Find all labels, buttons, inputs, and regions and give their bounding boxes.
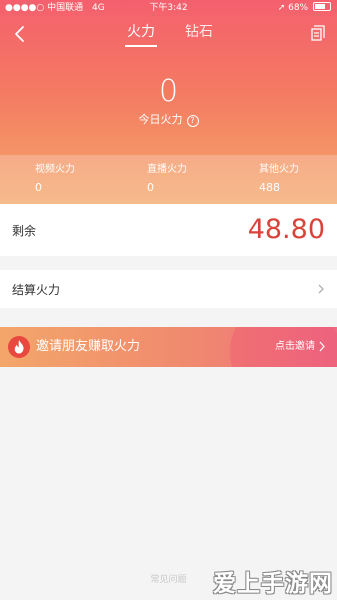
battery-fill <box>315 4 325 9</box>
remaining-row: 剩余 48.80 <box>0 204 337 256</box>
invite-text: 邀请朋友赚取火力 <box>36 339 141 354</box>
stat-value: 488 <box>259 181 280 194</box>
remaining-value: 48.80 <box>247 214 325 245</box>
today-fire-label: 今日火力 <box>138 113 183 126</box>
stat-label: 视频火力 <box>35 164 75 175</box>
stat-value: 0 <box>35 181 42 194</box>
chevron-right-icon <box>318 284 324 294</box>
stat-value: 0 <box>147 181 154 194</box>
today-fire-label-row: 今日火力? <box>0 112 337 128</box>
header-panel: ●●●●○ 中国联通 4G 下午3:42 ➚ 68% 火力 钻石 0 今日火力?… <box>0 0 337 204</box>
flame-icon <box>8 336 30 358</box>
tab-fire-power[interactable]: 火力 <box>125 22 157 47</box>
stat-video: 视频火力 0 <box>35 163 75 195</box>
chevron-right-icon <box>319 341 325 352</box>
status-right: ➚ 68% <box>278 0 331 16</box>
settle-label: 结算火力 <box>12 283 61 297</box>
site-watermark: 爱上手游网 <box>213 571 333 597</box>
invite-friends-banner[interactable]: 邀请朋友赚取火力 点击邀请 <box>0 327 337 367</box>
stat-other: 其他火力 488 <box>259 163 299 195</box>
stats-bar: 视频火力 0 直播火力 0 其他火力 488 <box>0 155 337 204</box>
stat-live: 直播火力 0 <box>147 163 187 195</box>
battery-percent: 68% <box>288 3 309 13</box>
remaining-label: 剩余 <box>12 224 37 238</box>
settle-fire-power-row[interactable]: 结算火力 <box>0 270 337 308</box>
invite-action-link[interactable]: 点击邀请 <box>275 340 315 354</box>
records-icon[interactable] <box>309 24 327 42</box>
stat-label: 直播火力 <box>147 164 187 175</box>
status-bar: ●●●●○ 中国联通 4G 下午3:42 ➚ 68% <box>0 0 337 16</box>
tab-bar: 火力 钻石 <box>0 22 337 47</box>
tab-diamonds[interactable]: 钻石 <box>185 22 213 42</box>
location-icon: ➚ <box>277 3 286 13</box>
today-fire-value: 0 <box>158 74 179 109</box>
help-icon[interactable]: ? <box>186 115 199 127</box>
stat-label: 其他火力 <box>259 164 299 175</box>
battery-icon <box>313 2 331 11</box>
